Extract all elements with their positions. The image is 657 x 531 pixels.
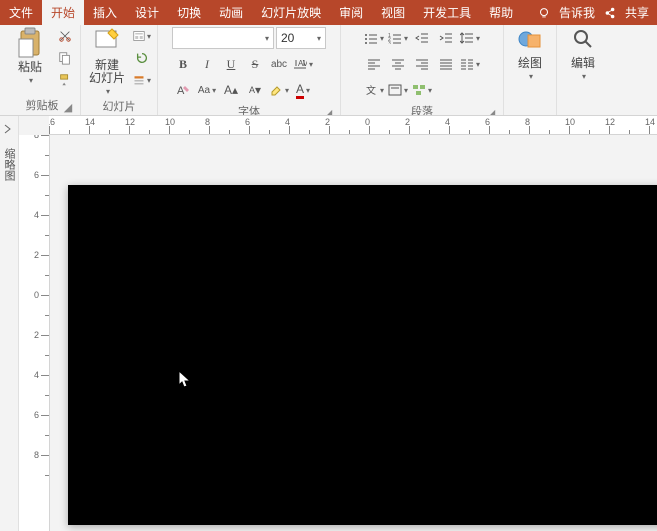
columns-button[interactable]: ▾ xyxy=(459,53,481,75)
dialog-launcher-icon[interactable]: ◢ xyxy=(485,107,497,116)
strike-button[interactable]: S xyxy=(244,53,266,75)
shadow-button[interactable]: abc xyxy=(268,53,290,75)
smartart-button[interactable]: ▾ xyxy=(411,79,433,101)
tab-developer[interactable]: 开发工具 xyxy=(414,0,480,25)
new-slide-label: 新建 幻灯片 xyxy=(89,59,125,85)
font-title: 字体 xyxy=(238,103,260,116)
align-right-button[interactable] xyxy=(411,53,433,75)
cut-button[interactable] xyxy=(56,27,74,45)
tab-help[interactable]: 帮助 xyxy=(480,0,522,25)
vertical-ruler[interactable]: 864202468 xyxy=(19,135,50,531)
paragraph-title: 段落 xyxy=(411,103,433,116)
drawing-label: 绘图 xyxy=(518,57,542,70)
svg-text:3: 3 xyxy=(388,41,391,44)
format-painter-button[interactable] xyxy=(56,71,74,89)
layout-button[interactable]: ▾ xyxy=(133,27,151,45)
workspace: 缩略图 1614121086420246810121416 864202468 xyxy=(0,116,657,531)
stage: 1614121086420246810121416 864202468 xyxy=(19,116,657,531)
tab-review[interactable]: 审阅 xyxy=(330,0,372,25)
bullets-button[interactable]: ▾ xyxy=(363,27,385,49)
tab-home[interactable]: 开始 xyxy=(42,0,84,25)
indent-inc-button[interactable] xyxy=(435,27,457,49)
group-drawing: 绘图 ▾ xyxy=(504,25,557,115)
align-left-button[interactable] xyxy=(363,53,385,75)
share-icon[interactable] xyxy=(603,6,617,20)
group-slides: 新建 幻灯片 ▾ ▾ ▾ 幻灯片 xyxy=(81,25,158,115)
indent-dec-button[interactable] xyxy=(411,27,433,49)
copy-button[interactable] xyxy=(56,49,74,67)
ribbon: 粘贴 ▾ 剪贴板◢ 新建 幻灯片 ▾ ▾ ▾ 幻灯片 xyxy=(0,25,657,116)
expand-thumbnails-button[interactable] xyxy=(4,124,14,134)
chevron-down-icon: ▾ xyxy=(529,72,533,81)
tell-me[interactable]: 告诉我 xyxy=(559,4,595,21)
italic-button[interactable]: I xyxy=(196,53,218,75)
highlight-button[interactable]: ▾ xyxy=(268,79,290,101)
editing-button[interactable]: 编辑 ▾ xyxy=(563,27,603,81)
lightbulb-icon[interactable] xyxy=(537,6,551,20)
slide[interactable] xyxy=(68,185,657,525)
group-editing: 编辑 ▾ xyxy=(557,25,609,115)
bold-button[interactable]: B xyxy=(172,53,194,75)
drawing-button[interactable]: 绘图 ▾ xyxy=(510,27,550,81)
dialog-launcher-icon[interactable]: ◢ xyxy=(322,107,334,116)
change-case-button[interactable]: Aa▾ xyxy=(196,79,218,101)
numbering-button[interactable]: 123▾ xyxy=(387,27,409,49)
horizontal-ruler[interactable]: 1614121086420246810121416 xyxy=(49,116,657,135)
new-slide-button[interactable]: 新建 幻灯片 ▾ xyxy=(87,27,127,96)
tab-slideshow[interactable]: 幻灯片放映 xyxy=(252,0,330,25)
section-button[interactable]: ▾ xyxy=(133,71,151,89)
line-spacing-button[interactable]: ▾ xyxy=(459,27,481,49)
group-clipboard: 粘贴 ▾ 剪贴板◢ xyxy=(4,25,81,115)
clear-format-button[interactable]: A xyxy=(172,79,194,101)
slide-canvas[interactable] xyxy=(50,135,657,531)
share-button[interactable]: 共享 xyxy=(625,4,649,21)
reset-button[interactable] xyxy=(133,49,151,67)
align-text-button[interactable]: ▾ xyxy=(387,79,409,101)
font-color-button[interactable]: A▾ xyxy=(292,79,314,101)
svg-text:A: A xyxy=(177,85,185,97)
svg-text:文: 文 xyxy=(366,84,376,97)
paste-button[interactable]: 粘贴 ▾ xyxy=(10,27,50,85)
group-paragraph: ▾ 123▾ ▾ ▾ 文▾ ▾ ▾ 段落 ◢ xyxy=(341,25,504,115)
tab-bar: 文件 开始 插入 设计 切换 动画 幻灯片放映 审阅 视图 开发工具 帮助 告诉… xyxy=(0,0,657,25)
font-grow-button[interactable]: A▴ xyxy=(220,79,242,101)
tab-view[interactable]: 视图 xyxy=(372,0,414,25)
font-shrink-button[interactable]: A▾ xyxy=(244,79,266,101)
underline-button[interactable]: U xyxy=(220,53,242,75)
tab-insert[interactable]: 插入 xyxy=(84,0,126,25)
tab-transitions[interactable]: 切换 xyxy=(168,0,210,25)
align-center-button[interactable] xyxy=(387,53,409,75)
group-font: ▾ 20▾ B I U S abc AV▾ A Aa▾ A▴ A▾ ▾ A▾ 字… xyxy=(158,25,341,115)
font-name-select[interactable]: ▾ xyxy=(172,27,274,49)
chevron-down-icon: ▾ xyxy=(29,76,33,85)
font-size-select[interactable]: 20▾ xyxy=(276,27,326,49)
slides-title: 幻灯片 xyxy=(103,98,136,114)
thumbnail-label[interactable]: 缩略图 xyxy=(1,148,17,181)
clipboard-title: 剪贴板 xyxy=(26,97,59,113)
char-spacing-button[interactable]: AV▾ xyxy=(292,53,314,75)
dialog-launcher-icon[interactable]: ◢ xyxy=(62,101,74,113)
svg-text:AV: AV xyxy=(298,59,307,68)
thumbnail-panel: 缩略图 xyxy=(0,116,19,531)
tab-animations[interactable]: 动画 xyxy=(210,0,252,25)
chevron-down-icon: ▾ xyxy=(582,72,586,81)
tab-design[interactable]: 设计 xyxy=(126,0,168,25)
paste-label: 粘贴 xyxy=(18,61,42,74)
chevron-down-icon: ▾ xyxy=(106,87,110,96)
editing-label: 编辑 xyxy=(571,57,595,70)
justify-button[interactable] xyxy=(435,53,457,75)
tab-file[interactable]: 文件 xyxy=(0,0,42,25)
text-direction-button[interactable]: 文▾ xyxy=(363,79,385,101)
